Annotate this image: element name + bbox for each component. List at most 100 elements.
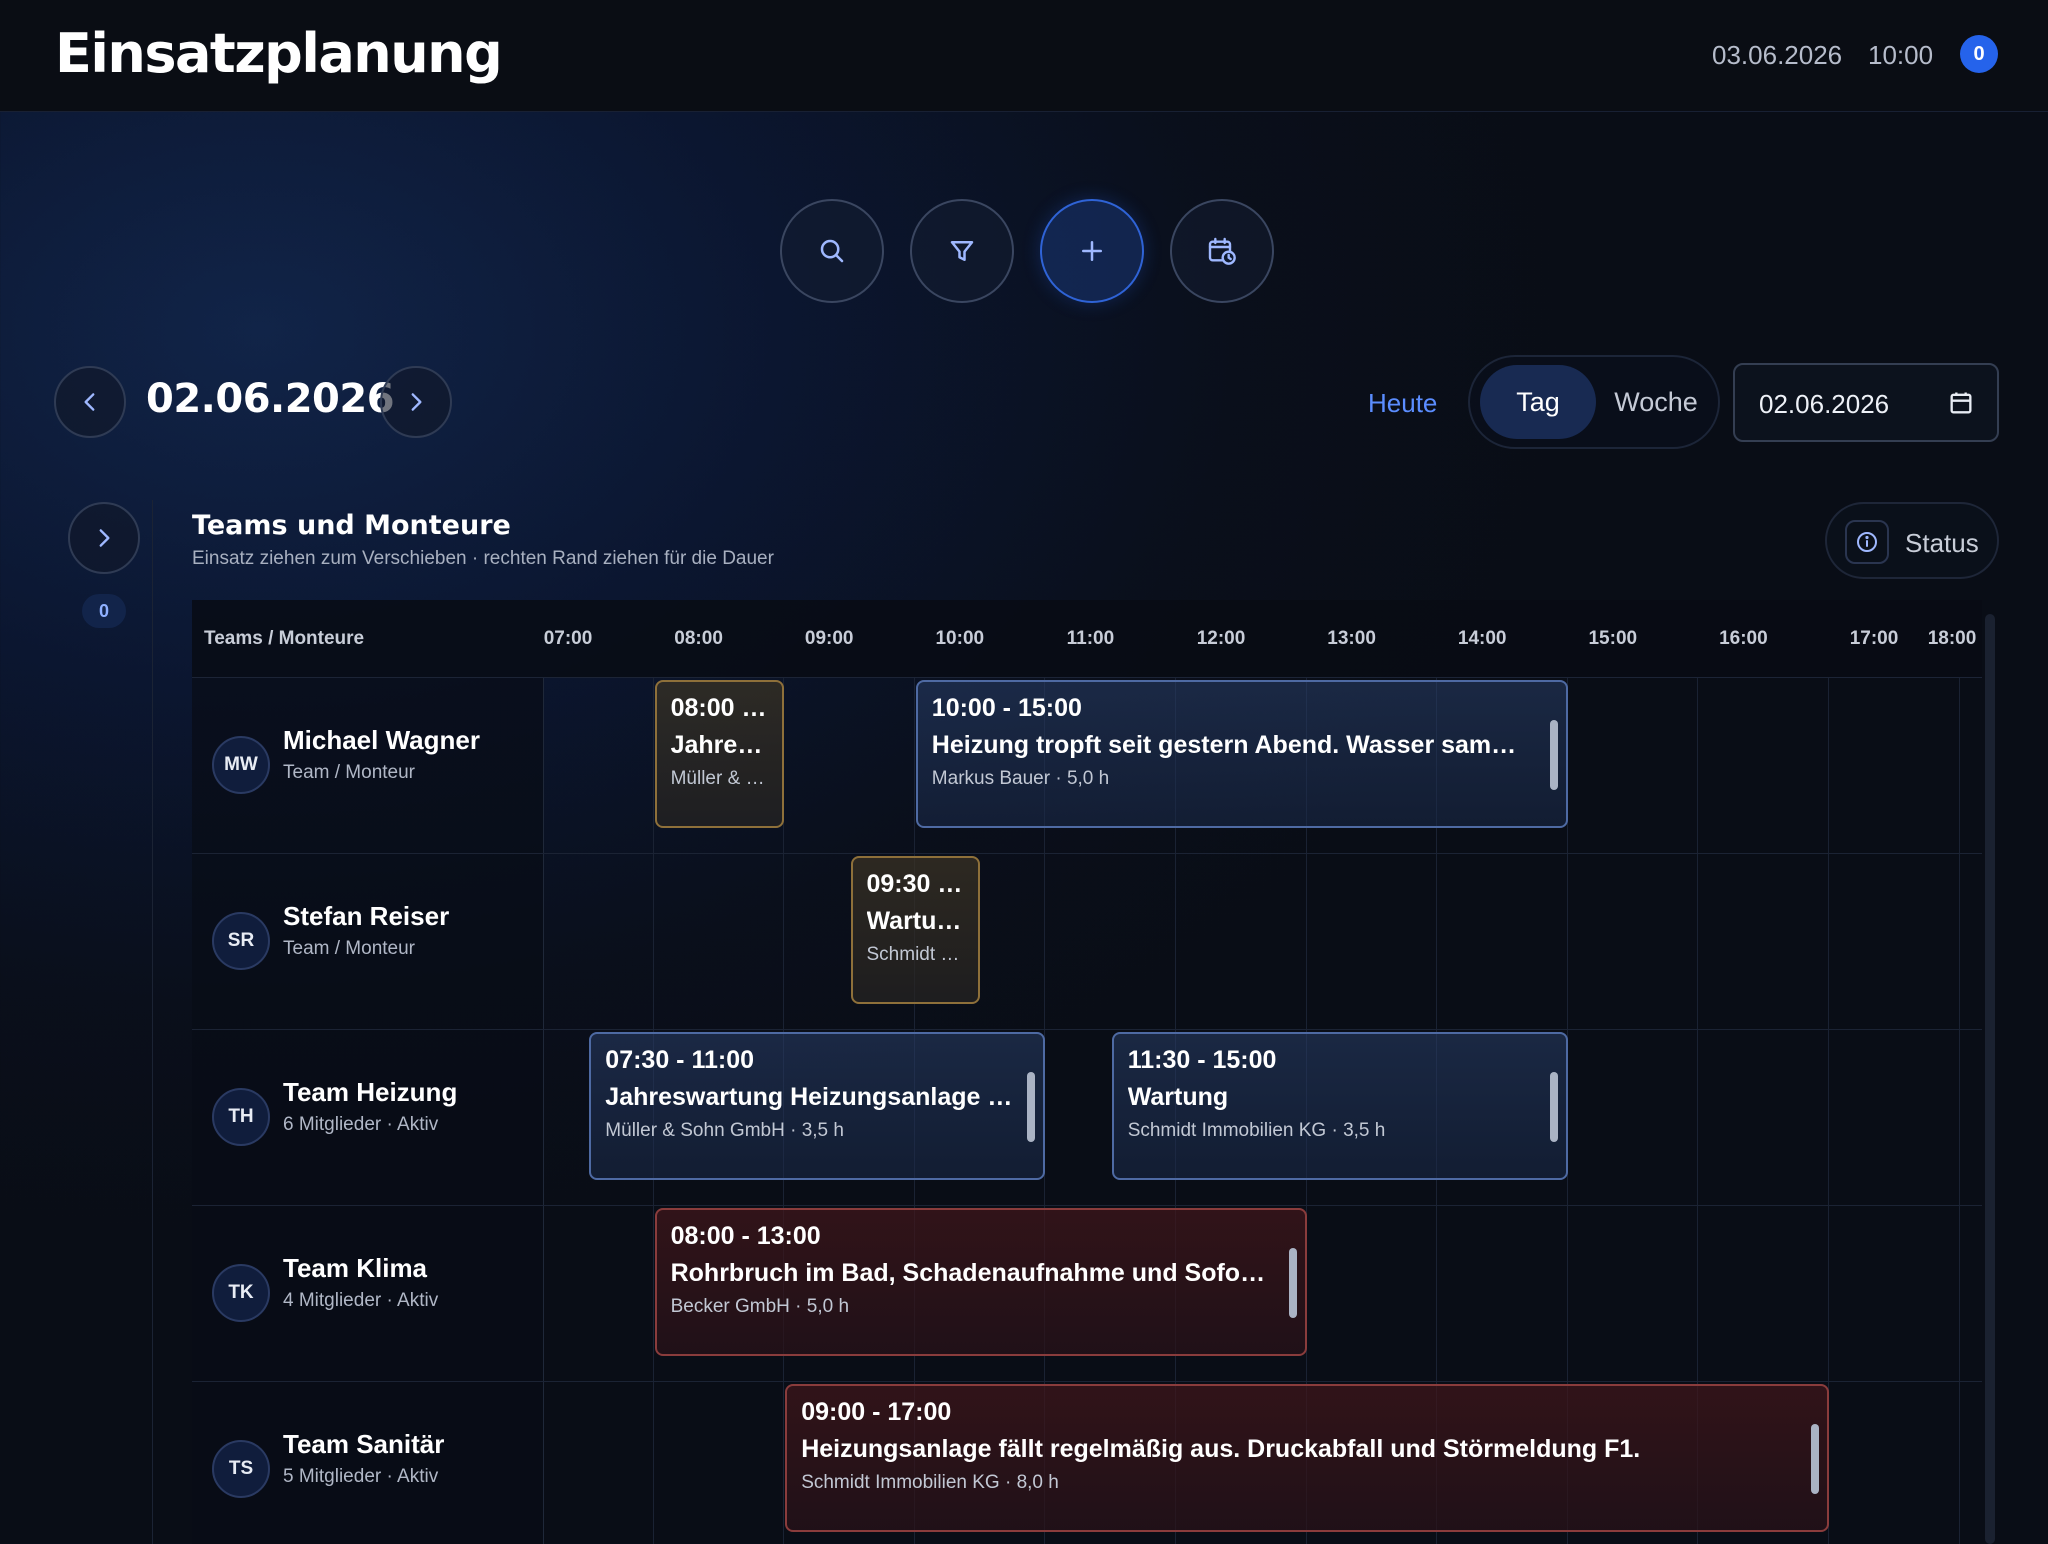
resource-role: 6 Mitglieder · Aktiv	[283, 1114, 439, 1135]
app-title: Einsatzplanung	[55, 22, 503, 85]
hour-label: 16:00	[1719, 628, 1768, 649]
hour-label: 13:00	[1327, 628, 1376, 649]
hour-label: 11:00	[1066, 628, 1115, 649]
assignment-meta: Schmidt Immobilien KG · 1,0 h	[866, 944, 965, 965]
resource-label[interactable]: TK Team Klima 4 Mitglieder · Aktiv	[192, 1206, 544, 1381]
avatar: TS	[212, 1440, 270, 1498]
panel-title: Teams und Monteure	[192, 510, 511, 541]
sidebar-divider	[152, 500, 153, 1544]
previous-day-button[interactable]	[54, 366, 126, 438]
top-bar: Einsatzplanung 03.06.2026 10:00 0	[0, 0, 2048, 112]
resource-name: Team Heizung	[283, 1077, 458, 1107]
notification-badge[interactable]: 0	[1960, 35, 1998, 73]
resource-row: SR Stefan Reiser Team / Monteur 09:30 - 10:…	[192, 854, 1982, 1030]
assignment-meta: Schmidt Immobilien KG · 8,0 h	[801, 1472, 1059, 1493]
assignment-card[interactable]: 09:30 - 10:30 Wartung Schmidt Immobilien K…	[850, 856, 981, 1004]
resource-role: Team / Monteur	[283, 938, 415, 959]
date-picker-input[interactable]: 02.06.2026	[1733, 363, 1999, 442]
avatar: MW	[212, 736, 270, 794]
assignment-title: Heizungsanlage fällt regelmäßig aus. Dru…	[801, 1435, 1641, 1463]
assignment-time: 09:30 - 10:30	[866, 870, 965, 898]
resource-column-header: Teams / Monteure	[204, 628, 365, 649]
info-icon	[1845, 520, 1889, 564]
filter-button[interactable]	[910, 199, 1014, 303]
sidebar-unassigned-badge: 0	[82, 594, 126, 628]
hour-label: 18:00	[1927, 628, 1977, 649]
status-button[interactable]: Status	[1825, 502, 1999, 579]
assignment-meta: Markus Bauer · 5,0 h	[931, 768, 1110, 789]
assignment-title: Wartung	[866, 907, 965, 935]
today-link[interactable]: Heute	[1368, 388, 1437, 419]
avatar: SR	[212, 912, 270, 970]
resource-label[interactable]: TH Team Heizung 6 Mitglieder · Aktiv	[192, 1030, 544, 1205]
schedule-calendar-button[interactable]	[1170, 199, 1274, 303]
assignment-time: 08:00 - 09:00	[670, 694, 769, 722]
sidebar-expand-button[interactable]	[68, 502, 140, 574]
next-day-button[interactable]	[380, 366, 452, 438]
schedule-grid: Teams / Monteure 07:00 08:00 09:00 10:00 11:…	[192, 600, 1982, 1544]
resize-handle[interactable]	[1549, 720, 1558, 790]
assignment-time: 09:00 - 17:00	[801, 1398, 952, 1426]
current-system-date: 03.06.2026	[1712, 40, 1843, 70]
assignment-title: Jahreswartung Heizungsanlage	[670, 731, 769, 759]
view-week-tab[interactable]: Woche	[1600, 365, 1712, 439]
chevron-right-icon	[411, 393, 422, 411]
resource-row: MW Michael Wagner Team / Monteur 08:00 - 09…	[192, 678, 1982, 854]
chevron-left-icon	[84, 393, 95, 411]
assignment-time: 07:30 - 11:00	[605, 1046, 755, 1074]
resource-role: 5 Mitglieder · Aktiv	[283, 1466, 439, 1487]
resource-label[interactable]: MW Michael Wagner Team / Monteur	[192, 678, 544, 853]
assignment-time: 10:00 - 15:00	[931, 694, 1082, 722]
hour-label: 15:00	[1588, 628, 1638, 649]
resize-handle[interactable]	[1810, 1424, 1819, 1494]
add-assignment-button[interactable]	[1040, 199, 1144, 303]
assignment-meta: Becker GmbH · 5,0 h	[670, 1296, 850, 1317]
assignment-card[interactable]: 10:00 - 15:00 Heizung tropft seit gestern…	[915, 680, 1568, 828]
calendar-icon[interactable]	[1947, 389, 1975, 422]
resource-role: 4 Mitglieder · Aktiv	[283, 1290, 439, 1311]
resize-handle[interactable]	[1549, 1072, 1558, 1142]
status-label: Status	[1905, 528, 1979, 558]
resource-name: Team Sanitär	[283, 1429, 445, 1459]
resource-row: TH Team Heizung 6 Mitglieder · Aktiv 07:30 …	[192, 1030, 1982, 1206]
assignment-title: Wartung	[1127, 1083, 1229, 1111]
assignment-card[interactable]: 07:30 - 11:00 Jahreswartung Heizungsanlag…	[589, 1032, 1046, 1180]
assignment-card[interactable]: 08:00 - 09:00 Jahreswartung Heizungsanlag…	[654, 680, 785, 828]
current-system-time: 10:00	[1868, 40, 1934, 70]
calendar-clock-icon	[1208, 237, 1236, 265]
resource-row: TS Team Sanitär 5 Mitglieder · Aktiv 09:00 …	[192, 1382, 1982, 1544]
resize-handle[interactable]	[1027, 1072, 1036, 1142]
hour-label: 10:00	[935, 628, 985, 649]
current-date-heading: 02.06.2026	[146, 376, 395, 422]
view-day-tab[interactable]: Tag	[1480, 365, 1596, 439]
assignment-meta: Müller & Sohn GmbH · 3,5 h	[605, 1120, 844, 1141]
hour-label: 12:00	[1196, 628, 1246, 649]
resource-name: Michael Wagner	[283, 725, 480, 755]
resize-handle[interactable]	[1288, 1248, 1297, 1318]
resource-name: Stefan Reiser	[283, 901, 450, 931]
assignment-card[interactable]: 09:00 - 17:00 Heizungsanlage fällt regelm…	[785, 1384, 1829, 1532]
hour-label: 17:00	[1849, 628, 1899, 649]
assignment-meta: Müller & Sohn GmbH · 1,0 h	[670, 768, 769, 789]
hour-label: 07:00	[543, 628, 593, 649]
resource-row: TK Team Klima 4 Mitglieder · Aktiv 08:00 - …	[192, 1206, 1982, 1382]
schedule-header: Teams / Monteure 07:00 08:00 09:00 10:00 11:…	[192, 600, 1982, 678]
assignment-title: Heizung tropft seit gestern Abend. Wasse…	[931, 731, 1536, 759]
resource-label[interactable]: TS Team Sanitär 5 Mitglieder · Aktiv	[192, 1382, 544, 1544]
resource-role: Team / Monteur	[283, 762, 415, 783]
search-icon	[820, 239, 844, 263]
assignment-time: 08:00 - 13:00	[670, 1222, 821, 1250]
assignment-meta: Schmidt Immobilien KG · 3,5 h	[1127, 1120, 1386, 1141]
search-button[interactable]	[780, 199, 884, 303]
resource-name: Team Klima	[283, 1253, 428, 1283]
chevron-right-icon	[99, 529, 110, 547]
assignment-title: Rohrbruch im Bad, Schadenaufnahme und So…	[670, 1259, 1275, 1287]
panel-subtitle: Einsatz ziehen zum Verschieben · rechten…	[192, 548, 774, 569]
assignment-card[interactable]: 08:00 - 13:00 Rohrbruch im Bad, Schadenau…	[654, 1208, 1307, 1356]
resource-label[interactable]: SR Stefan Reiser Team / Monteur	[192, 854, 544, 1029]
vertical-scrollbar[interactable]	[1985, 614, 1995, 1544]
assignment-card[interactable]: 11:30 - 15:00 Wartung Schmidt Immobilien K…	[1111, 1032, 1568, 1180]
hour-label: 09:00	[804, 628, 854, 649]
assignment-time: 11:30 - 15:00	[1127, 1046, 1277, 1074]
avatar: TK	[212, 1264, 270, 1322]
